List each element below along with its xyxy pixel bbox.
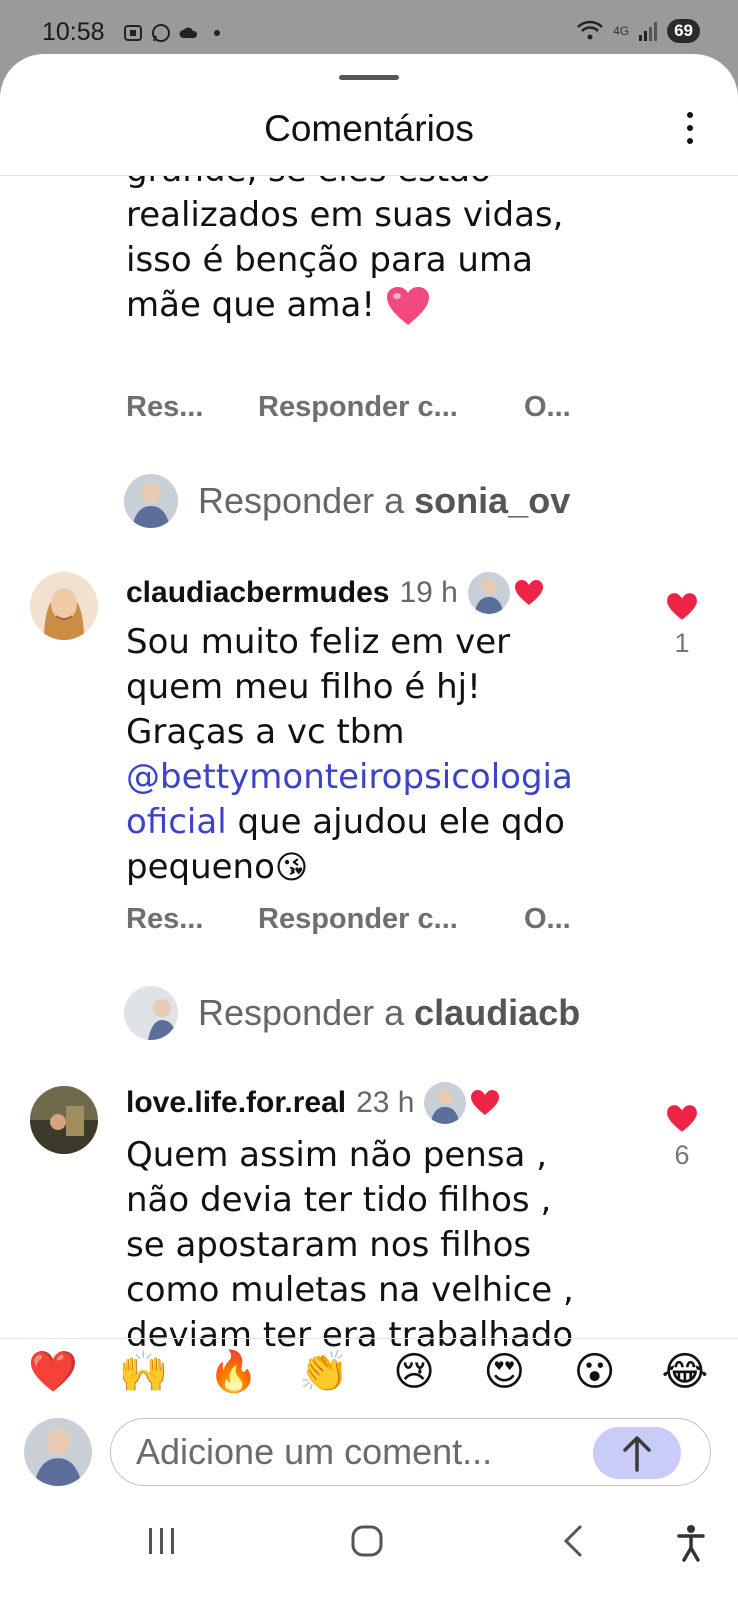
home-icon[interactable] — [350, 1524, 384, 1558]
comment-actions: Res... Responder c... O... — [126, 391, 571, 424]
comment-actions: Res... Responder c... O... — [126, 903, 571, 936]
comment-line: realizados em suas vidas, — [126, 195, 564, 235]
reply-action[interactable]: Res... — [126, 903, 258, 936]
comment-header: claudiacbermudes 19 h — [126, 572, 544, 614]
avatar — [124, 986, 178, 1040]
emoji-fire-button[interactable]: 🔥 — [204, 1352, 264, 1392]
comments-sheet: Comentários grande, se eles estão realiz… — [0, 54, 738, 1600]
comments-list[interactable]: grande, se eles estão realizados em suas… — [0, 176, 738, 1392]
creator-avatar — [424, 1082, 467, 1124]
reply-to-action[interactable]: Responder c... — [258, 903, 524, 936]
status-system-icons: 4G 69 — [575, 18, 700, 44]
comment-line: Quem assim não pensa , — [126, 1135, 547, 1175]
comment-line-wrap: mãe que ama! — [126, 283, 563, 328]
comment-line: Graças a vc tbm — [126, 712, 405, 752]
reply-prompt-prefix: Responder a — [198, 992, 405, 1033]
back-icon[interactable] — [560, 1524, 586, 1558]
options-action[interactable]: O... — [524, 903, 571, 936]
mention-link[interactable]: @bettymonteiropsicologia — [126, 755, 626, 800]
comment-username[interactable]: love.life.for.real — [126, 1086, 346, 1120]
comment-time: 19 h — [399, 576, 458, 609]
comment-input[interactable] — [136, 1431, 576, 1473]
emoji-surprised-button[interactable]: 😮 — [565, 1352, 625, 1392]
reply-prompt-text: Responder a claudiacb — [198, 992, 708, 1034]
battery-indicator: 69 — [667, 19, 700, 43]
like-count: 1 — [674, 628, 690, 658]
heart-icon[interactable] — [666, 1104, 698, 1134]
accessibility-icon[interactable] — [676, 1524, 706, 1562]
comment-line: não devia ter tido filhos , — [126, 1180, 552, 1220]
emoji-raised-hands-button[interactable]: 🙌 — [113, 1352, 173, 1392]
dot-icon — [214, 30, 220, 36]
avatar[interactable] — [30, 1086, 98, 1154]
mention-link[interactable]: oficial — [126, 802, 227, 842]
avatar — [124, 474, 178, 528]
comment-username[interactable]: claudiacbermudes — [126, 576, 389, 610]
reply-action[interactable]: Res... — [126, 391, 258, 424]
reply-prompt[interactable]: Responder a sonia_ov — [124, 474, 708, 528]
heart-icon[interactable] — [666, 592, 698, 622]
emoji-clap-button[interactable]: 👏 — [294, 1352, 354, 1392]
pink-heart-emoji-icon — [386, 286, 429, 325]
options-action[interactable]: O... — [524, 391, 571, 424]
comment-text: Sou muito feliz em ver quem meu filho é … — [126, 620, 626, 890]
emoji-quick-bar: ❤️ 🙌 🔥 👏 😢 😍 😮 😂 — [0, 1338, 738, 1404]
creator-liked-heart-icon — [514, 580, 543, 605]
like-control[interactable]: 6 — [662, 1104, 702, 1171]
current-user-avatar — [24, 1418, 92, 1486]
emoji-heart-button[interactable]: ❤️ — [23, 1352, 83, 1392]
comment-line-wrap: pequeno 😘 — [126, 845, 626, 890]
system-navigation-bar — [0, 1494, 738, 1600]
avatar[interactable] — [30, 572, 98, 640]
more-vertical-icon[interactable] — [686, 112, 694, 146]
creator-avatar — [467, 572, 510, 614]
send-arrow-icon — [623, 1436, 651, 1472]
reply-prompt-text: Responder a sonia_ov — [198, 480, 708, 522]
cloud-icon — [179, 27, 198, 38]
signal-icon — [639, 22, 658, 41]
like-count: 6 — [674, 1140, 690, 1170]
status-notification-icons — [122, 22, 228, 44]
like-control[interactable]: 1 — [662, 592, 702, 659]
comment-line-wrap: oficial que ajudou ele qdo — [126, 800, 626, 845]
comment-line: grande, se eles estão — [126, 176, 563, 193]
comment-line: pequeno — [126, 847, 275, 887]
wifi-icon — [577, 20, 603, 40]
kissing-emoji-icon: 😘 — [274, 848, 309, 886]
reply-prompt-user: sonia_ov — [414, 480, 571, 521]
reply-prompt-prefix: Responder a — [198, 480, 405, 521]
whatsapp-icon — [152, 24, 170, 42]
comment-text: grande, se eles estão realizados em suas… — [126, 176, 563, 328]
comment-text: Quem assim não pensa , não devia ter tid… — [126, 1133, 626, 1358]
reply-to-action[interactable]: Responder c... — [258, 391, 524, 424]
comment-header: love.life.for.real 23 h — [126, 1082, 500, 1124]
comment-line: mãe que ama! — [126, 285, 375, 325]
sheet-title: Comentários — [264, 108, 474, 149]
comment-line: isso é benção para uma — [126, 240, 533, 280]
comment-time: 23 h — [356, 1086, 415, 1119]
comment-line: como muletas na velhice , — [126, 1270, 574, 1310]
send-button[interactable] — [593, 1427, 681, 1479]
status-bar: 10:58 4G 69 — [0, 0, 738, 60]
creator-liked-heart-icon — [471, 1090, 500, 1115]
emoji-crying-button[interactable]: 😢 — [384, 1352, 444, 1392]
comment-line: se apostaram nos filhos — [126, 1225, 532, 1265]
comment-line: que ajudou ele qdo — [226, 802, 565, 842]
emoji-heart-eyes-button[interactable]: 😍 — [474, 1352, 534, 1392]
network-type: 4G — [613, 24, 630, 38]
reply-prompt-user: claudiacb — [414, 992, 581, 1033]
recent-apps-icon[interactable] — [146, 1524, 178, 1558]
emoji-laughing-button[interactable]: 😂 — [655, 1352, 715, 1392]
drag-handle[interactable] — [339, 75, 399, 80]
comment-composer — [110, 1418, 711, 1486]
comment-line: quem meu filho é hj! — [126, 667, 481, 707]
status-time: 10:58 — [42, 18, 105, 46]
comment-line: Sou muito feliz em ver — [126, 622, 511, 662]
reply-prompt[interactable]: Responder a claudiacb — [124, 986, 708, 1040]
screenshot-icon — [124, 25, 142, 41]
